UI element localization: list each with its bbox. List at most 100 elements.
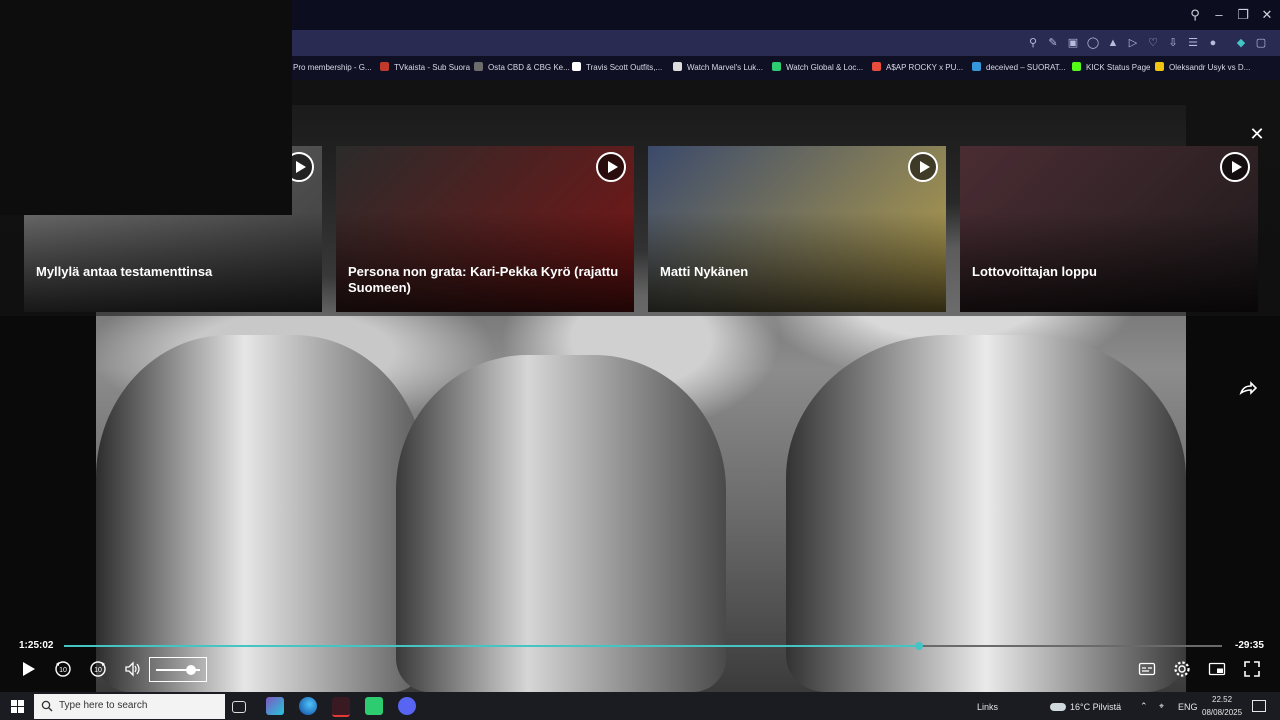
restore-button[interactable]: ❐ xyxy=(1233,6,1253,24)
play-icon[interactable] xyxy=(19,660,37,678)
network-icon[interactable]: ⌖ xyxy=(1159,701,1164,712)
sidebar-icon[interactable]: ◆ xyxy=(1234,36,1248,50)
camera-icon[interactable]: ▣ xyxy=(1066,36,1080,50)
thumbnail-shade xyxy=(648,212,946,312)
close-window-button[interactable]: ✕ xyxy=(1257,6,1277,24)
thumbnail-shade xyxy=(336,212,634,312)
bookmark-favicon-icon xyxy=(972,62,981,71)
elapsed-time: 1:25:02 xyxy=(19,640,54,651)
rewind-10-icon[interactable]: 10 xyxy=(54,660,72,678)
recommendation-title: Matti Nykänen xyxy=(660,264,749,279)
bookmark-label: Travis Scott Outfits,... xyxy=(586,63,663,72)
bookmark-item[interactable]: A$AP ROCKY x PU... xyxy=(872,61,963,75)
bookmark-label: Oleksandr Usyk vs D... xyxy=(1169,63,1251,72)
bookmark-favicon-icon xyxy=(572,62,581,71)
search-placeholder: Type here to search xyxy=(59,700,148,711)
forward-icon[interactable]: ▷ xyxy=(1126,36,1140,50)
share-icon[interactable] xyxy=(1238,378,1258,398)
bookmark-label: Osta CBD & CBG Ke... xyxy=(488,63,570,72)
bookmark-label: deceived – SUORAT... xyxy=(986,63,1066,72)
subtitles-icon[interactable] xyxy=(1138,660,1156,678)
clock-date[interactable]: 08/08/2025 xyxy=(1202,708,1242,717)
bookmark-item[interactable]: Oleksandr Usyk vs D... xyxy=(1155,61,1250,75)
download-icon[interactable]: ⇩ xyxy=(1166,36,1180,50)
forward-10-icon[interactable]: 10 xyxy=(89,660,107,678)
bookmark-label: Watch Global & Loc... xyxy=(786,63,864,72)
progress-fill xyxy=(64,645,919,647)
play-circle-icon[interactable] xyxy=(908,152,938,182)
thumbnail-shade xyxy=(960,212,1258,312)
extension-icon[interactable]: ▲ xyxy=(1106,36,1120,50)
cube-icon[interactable]: ▢ xyxy=(1254,36,1268,50)
bookmark-item[interactable]: Watch Global & Loc... xyxy=(772,61,863,75)
svg-text:10: 10 xyxy=(59,667,67,674)
notification-icon[interactable] xyxy=(1252,700,1266,712)
volume-slider[interactable] xyxy=(149,657,207,682)
recommendation-card[interactable]: Persona non grata: Kari-Pekka Kyrö (raja… xyxy=(336,146,634,312)
search-icon xyxy=(41,700,53,712)
fullscreen-icon[interactable] xyxy=(1243,660,1261,678)
thumbnail-shade xyxy=(24,212,322,312)
bookmark-label: Watch Marvel's Luk... xyxy=(687,63,763,72)
remaining-time: -29:35 xyxy=(1235,640,1264,651)
minimize-button[interactable]: – xyxy=(1209,6,1229,24)
bookmark-item[interactable]: Pro membership - G... xyxy=(279,61,372,75)
play-circle-icon[interactable] xyxy=(596,152,626,182)
settings-gear-icon[interactable] xyxy=(1173,660,1191,678)
copilot-app-icon[interactable] xyxy=(266,697,284,715)
bookmark-item[interactable]: TVkaista - Sub Suora xyxy=(380,61,470,75)
bookmark-label: A$AP ROCKY x PU... xyxy=(886,63,964,72)
bookmark-item[interactable]: Travis Scott Outfits,... xyxy=(572,61,662,75)
profile-icon[interactable]: ● xyxy=(1206,36,1220,50)
windows-start-icon[interactable] xyxy=(11,700,24,713)
recommendation-title: Lottovoittajan loppu xyxy=(972,264,1097,279)
bookmark-item[interactable]: Watch Marvel's Luk... xyxy=(673,61,763,75)
bookmark-label: Pro membership - G... xyxy=(293,63,372,72)
bookmark-favicon-icon xyxy=(772,62,781,71)
bookmark-item[interactable]: KICK Status Page xyxy=(1072,61,1150,75)
edge-browser-icon[interactable] xyxy=(299,697,317,715)
bookmark-favicon-icon xyxy=(872,62,881,71)
taskbar-search-input[interactable]: Type here to search xyxy=(34,694,225,719)
task-view-icon[interactable] xyxy=(232,701,246,713)
shield-icon[interactable]: ◯ xyxy=(1086,36,1100,50)
zoom-icon[interactable]: ⚲ xyxy=(1026,36,1040,50)
discord-app-icon[interactable] xyxy=(398,697,416,715)
progress-bar[interactable] xyxy=(64,642,1222,650)
svg-text:10: 10 xyxy=(94,667,102,674)
bookmark-item[interactable]: deceived – SUORAT... xyxy=(972,61,1065,75)
weather-widget[interactable]: 16°C Pilvistä xyxy=(1050,702,1121,712)
bookmark-label: TVkaista - Sub Suora xyxy=(394,63,471,72)
menu-icon[interactable]: ☰ xyxy=(1186,36,1200,50)
bookmark-favicon-icon xyxy=(1072,62,1081,71)
edit-icon[interactable]: ✎ xyxy=(1046,36,1060,50)
recommendation-title: Myllylä antaa testamenttinsa xyxy=(36,264,213,279)
bookmark-label: KICK Status Page xyxy=(1086,63,1151,72)
weather-text: 16°C Pilvistä xyxy=(1070,702,1122,712)
volume-knob[interactable] xyxy=(186,665,197,675)
opera-browser-icon[interactable] xyxy=(332,697,350,717)
recommendation-card[interactable]: Matti Nykänen xyxy=(648,146,946,312)
links-toolbar[interactable]: Links xyxy=(977,702,998,712)
recommendation-title: Persona non grata: Kari-Pekka Kyrö (raja… xyxy=(348,264,619,295)
play-circle-icon[interactable] xyxy=(1220,152,1250,182)
heart-icon[interactable]: ♡ xyxy=(1146,36,1160,50)
picture-in-picture-icon[interactable] xyxy=(1208,660,1226,678)
cloud-icon xyxy=(1050,703,1066,711)
chat-app-icon[interactable] xyxy=(365,697,383,715)
volume-track xyxy=(156,665,200,675)
clock-time[interactable]: 22.52 xyxy=(1212,695,1232,704)
bookmark-favicon-icon xyxy=(1155,62,1164,71)
dark-overlay-panel xyxy=(0,0,292,215)
chevron-up-icon[interactable]: ⌃ xyxy=(1140,701,1148,712)
language-indicator[interactable]: ENG xyxy=(1178,702,1198,712)
browser-search-icon[interactable]: ⚲ xyxy=(1185,6,1205,24)
bookmark-favicon-icon xyxy=(474,62,483,71)
bookmark-favicon-icon xyxy=(380,62,389,71)
progress-knob[interactable] xyxy=(914,642,923,650)
bookmark-favicon-icon xyxy=(673,62,682,71)
volume-icon[interactable] xyxy=(124,660,142,678)
close-overlay-button[interactable]: ✕ xyxy=(1248,125,1266,143)
recommendation-card[interactable]: Lottovoittajan loppu xyxy=(960,146,1258,312)
bookmark-item[interactable]: Osta CBD & CBG Ke... xyxy=(474,61,570,75)
